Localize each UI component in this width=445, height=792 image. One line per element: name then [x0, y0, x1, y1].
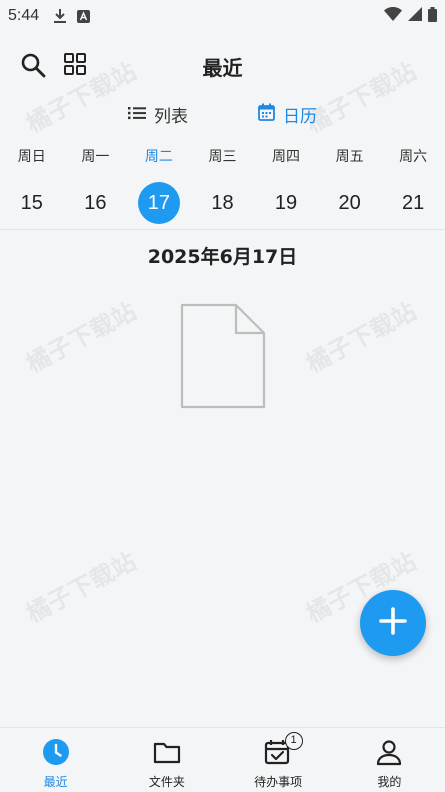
week-dates: 15 16 17 18 19 20 21 [0, 182, 445, 224]
watermark: 橘子下载站 [21, 547, 141, 629]
date-cell[interactable]: 21 [381, 182, 445, 224]
list-view-label: 列表 [154, 107, 188, 127]
date-cell[interactable]: 16 [64, 182, 128, 224]
app-header: 最近 [0, 40, 445, 90]
status-time: 5:44 [8, 7, 40, 24]
calendar-view-button[interactable]: 日历 [258, 102, 317, 127]
nav-folder[interactable]: 文件夹 [111, 728, 222, 792]
battery-icon [428, 6, 437, 26]
status-bar: 5:44 [0, 0, 445, 32]
watermark: 橘子下载站 [301, 297, 421, 379]
date-cell[interactable]: 18 [191, 182, 255, 224]
date-cell[interactable]: 19 [254, 182, 318, 224]
add-button[interactable] [360, 590, 426, 656]
watermark: 橘子下载站 [21, 297, 141, 379]
todo-count-badge: 1 [284, 732, 303, 750]
weekday-label: 周日 [17, 149, 46, 165]
weekday-label: 周四 [272, 149, 301, 165]
divider [0, 229, 445, 230]
nav-todo[interactable]: 1 待办事项 [223, 728, 334, 792]
wifi-icon [384, 7, 402, 25]
weekday-label: 周五 [335, 149, 364, 165]
folder-icon [153, 738, 181, 769]
weekday-label: 周三 [208, 149, 237, 165]
download-icon [53, 8, 67, 24]
nav-profile-label: 我的 [377, 775, 402, 789]
weekday-label: 周六 [399, 149, 428, 165]
signal-icon [408, 7, 422, 25]
nav-recent[interactable]: 最近 [0, 728, 111, 792]
calendar-view-label: 日历 [283, 107, 317, 127]
date-cell[interactable]: 20 [318, 182, 382, 224]
weekday-header: 周日 周一 周二 周三 周四 周五 周六 [0, 146, 445, 166]
list-icon [128, 105, 146, 125]
date-number: 20 [338, 192, 361, 214]
date-number: 21 [402, 192, 425, 214]
date-number: 18 [211, 192, 234, 214]
view-toggle: 列表 日历 [0, 102, 445, 130]
weekday-label: 周二 [144, 149, 173, 165]
date-number: 17 [147, 192, 171, 214]
person-icon [375, 738, 403, 769]
nav-folder-label: 文件夹 [148, 775, 185, 789]
date-number: 15 [20, 192, 43, 214]
date-number: 16 [84, 192, 107, 214]
empty-document-icon [180, 303, 266, 413]
nav-profile[interactable]: 我的 [334, 728, 445, 792]
selected-date-title: 2025年6月17日 [147, 246, 298, 268]
bottom-nav: 最近 文件夹 1 待办事项 我的 [0, 727, 445, 792]
nav-recent-label: 最近 [43, 775, 68, 789]
calendar-icon [258, 103, 275, 126]
page-title: 最近 [202, 56, 243, 80]
date-cell[interactable]: 15 [0, 182, 64, 224]
date-number: 19 [274, 192, 298, 214]
date-cell-selected[interactable]: 17 [127, 182, 191, 224]
clock-icon [42, 738, 70, 769]
nav-todo-label: 待办事项 [254, 775, 303, 789]
weekday-label: 周一 [81, 149, 110, 165]
app-notification-icon [77, 9, 91, 23]
plus-icon [379, 607, 407, 639]
list-view-button[interactable]: 列表 [128, 102, 188, 127]
